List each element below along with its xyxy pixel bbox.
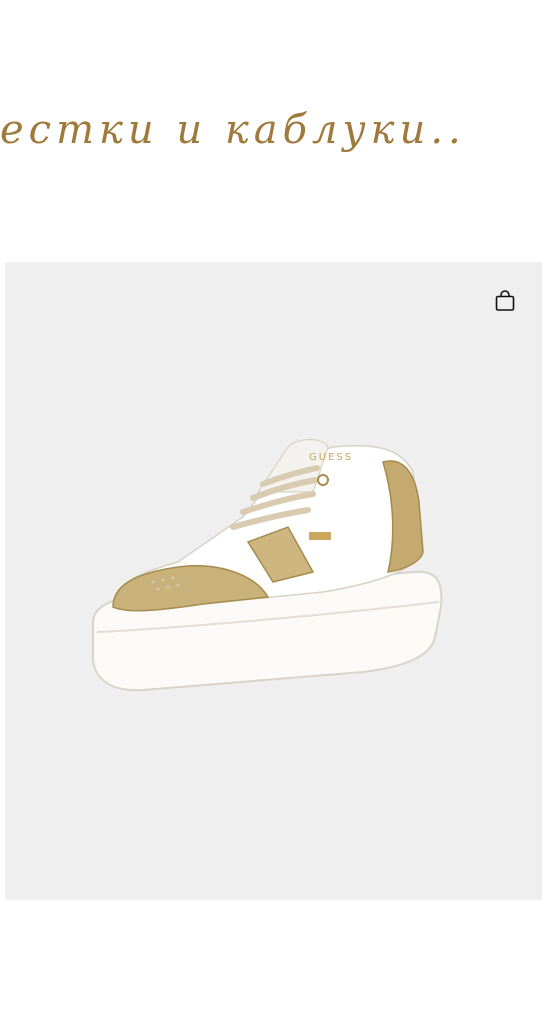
add-to-bag-button[interactable] [492,288,518,314]
shopping-bag-icon [495,290,515,311]
product-image[interactable]: GUESS [83,432,453,702]
product-card[interactable]: GUESS [5,262,542,900]
brand-mark: GUESS [309,452,353,463]
section-heading: естки и каблуки.. [0,107,466,153]
brand-tag [309,532,331,540]
